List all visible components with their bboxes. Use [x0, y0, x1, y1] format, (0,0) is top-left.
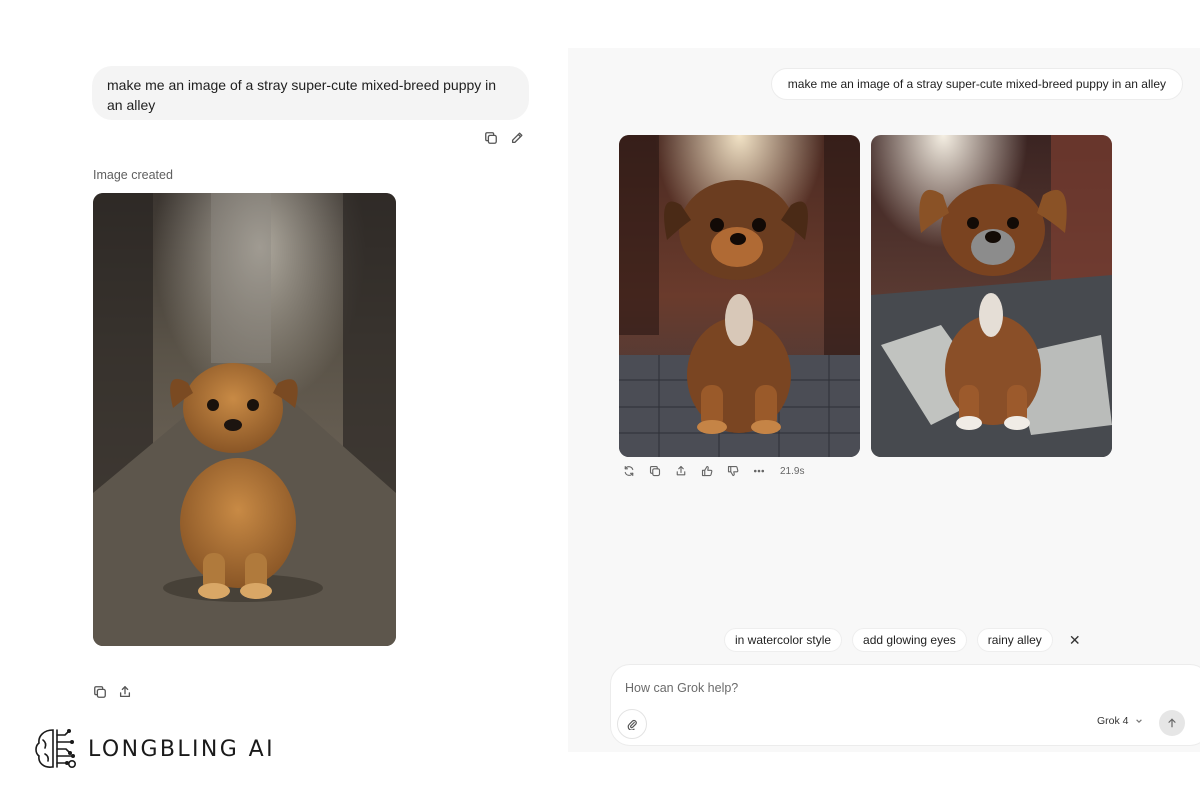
response-time: 21.9s [780, 465, 805, 477]
regenerate-icon[interactable] [620, 462, 638, 480]
left-chat-panel: make me an image of a stray super-cute m… [0, 0, 560, 800]
share-icon[interactable] [672, 462, 690, 480]
model-name: Grok 4 [1097, 715, 1129, 727]
prompt-input[interactable] [623, 677, 1107, 699]
brand: LONGBLING AI [32, 726, 275, 772]
edit-icon[interactable] [508, 129, 526, 147]
share-icon[interactable] [116, 683, 134, 701]
user-message: make me an image of a stray super-cute m… [770, 68, 1183, 100]
brain-logo-icon [35, 729, 76, 768]
suggestion-chips: in watercolor style add glowing eyes rai… [724, 628, 1087, 652]
attach-icon[interactable] [617, 709, 647, 739]
suggestion-chip[interactable]: in watercolor style [724, 628, 843, 652]
close-icon[interactable]: ✕ [1063, 632, 1087, 649]
message-composer: Grok 4 [610, 664, 1200, 746]
thumbs-down-icon[interactable] [724, 462, 742, 480]
suggestion-chip[interactable]: add glowing eyes [852, 628, 967, 652]
arrow-up-icon [1168, 718, 1176, 728]
brand-name: LONGBLING AI [88, 736, 275, 762]
response-actions: 21.9s [620, 462, 804, 480]
right-chat-panel: make me an image of a stray super-cute m… [568, 48, 1200, 752]
thumbs-up-icon[interactable] [698, 462, 716, 480]
generated-puppy-image-2[interactable] [871, 135, 1112, 457]
copy-icon[interactable] [91, 683, 109, 701]
more-icon[interactable] [750, 462, 768, 480]
user-message: make me an image of a stray super-cute m… [92, 66, 529, 120]
chevron-down-icon [1135, 719, 1142, 724]
image-created-label: Image created [93, 168, 173, 182]
generated-puppy-image[interactable] [93, 193, 396, 646]
generated-puppy-image-1[interactable] [619, 135, 860, 457]
suggestion-chip[interactable]: rainy alley [976, 628, 1053, 652]
copy-icon[interactable] [646, 462, 664, 480]
model-selector[interactable]: Grok 4 [1097, 715, 1143, 727]
send-button[interactable] [1159, 710, 1185, 736]
copy-icon[interactable] [482, 129, 500, 147]
